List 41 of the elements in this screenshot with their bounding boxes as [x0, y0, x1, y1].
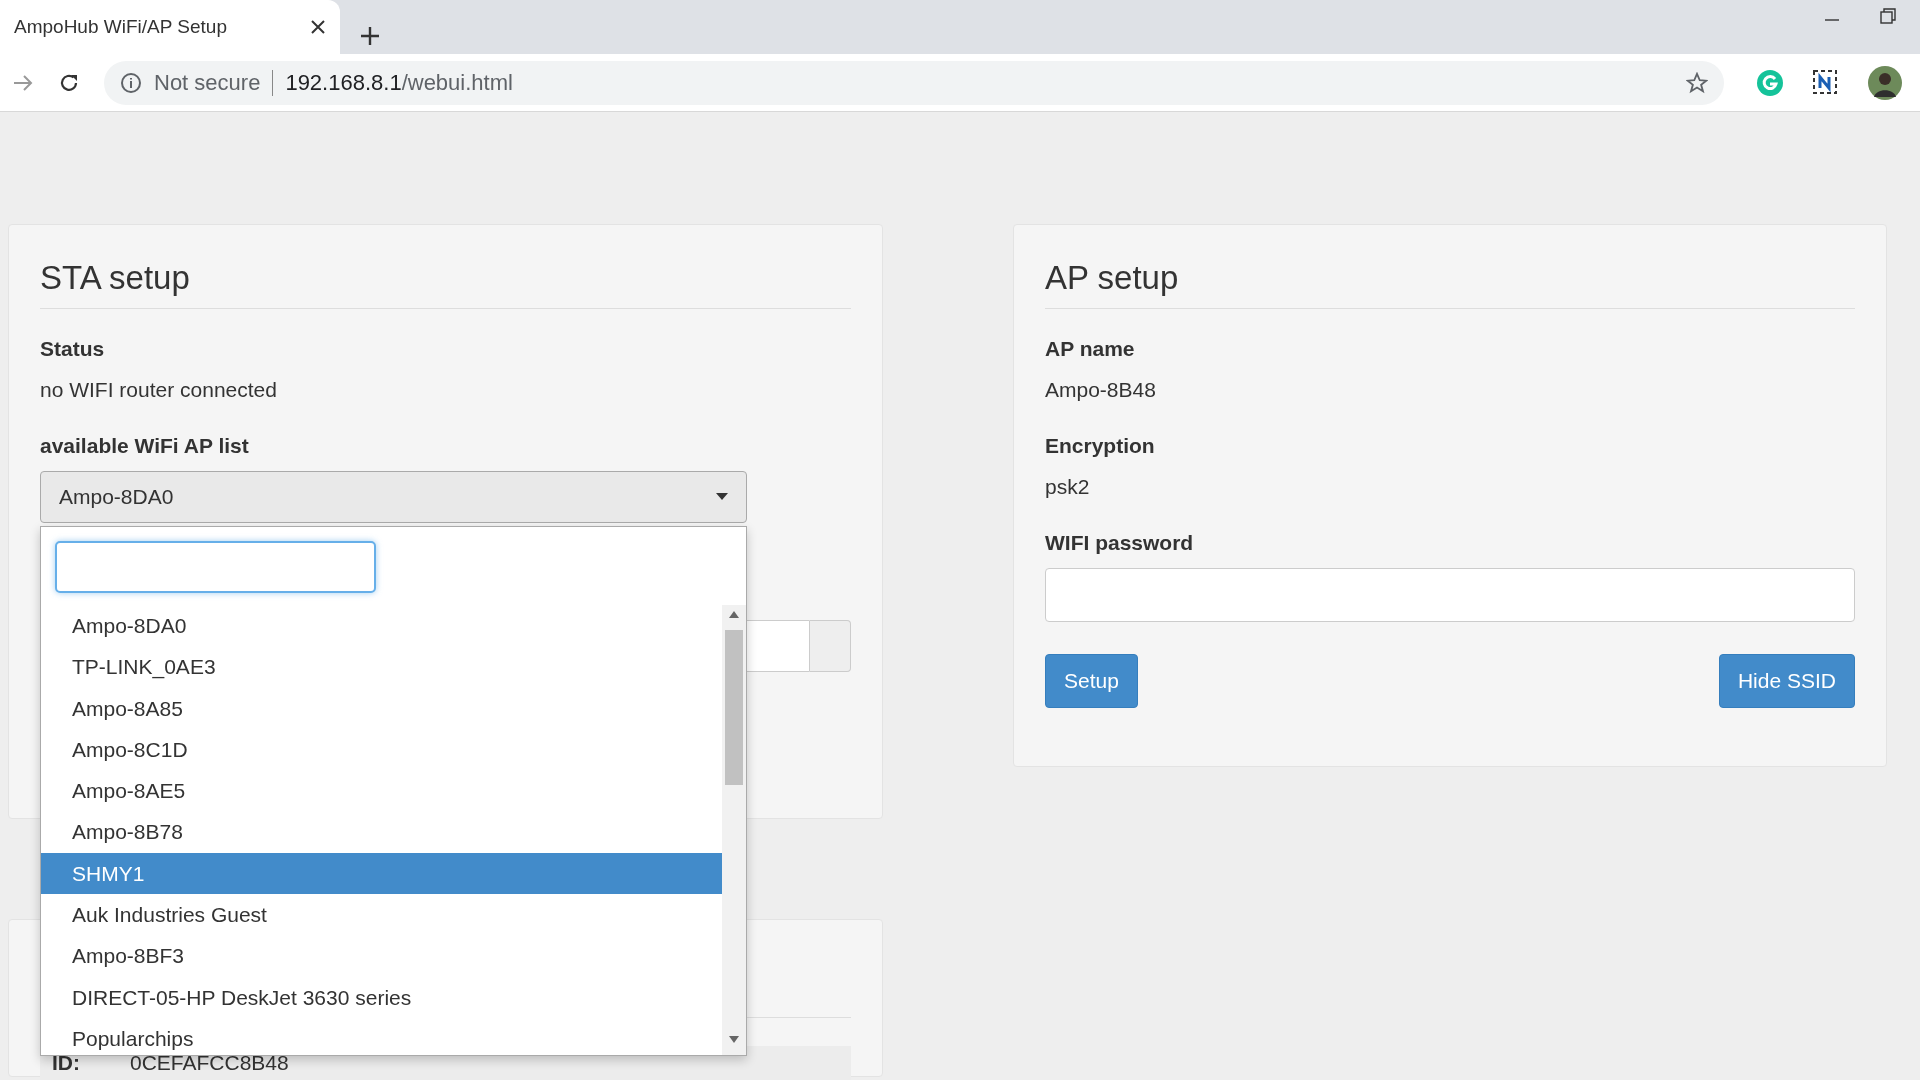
section-title: AP setup — [1045, 258, 1180, 298]
setup-button[interactable]: Setup — [1045, 654, 1138, 708]
ap-name-text: Ampo-8B48 — [1045, 377, 1157, 404]
field-label: Status — [40, 335, 106, 362]
new-tab-icon[interactable] — [360, 26, 380, 46]
password-field[interactable] — [1045, 568, 1855, 623]
status-text: no WIFI router connected — [40, 377, 278, 404]
dropdown-option[interactable]: Ampo-8C1D — [41, 729, 722, 771]
dropdown-select[interactable]: Ampo-8DA0 — [40, 471, 747, 524]
url-text: 192.168.8.1/webui.html — [285, 69, 513, 97]
address-bar[interactable]: Not secure 192.168.8.1/webui.html — [104, 60, 1724, 105]
close-icon[interactable] — [310, 19, 326, 35]
field-label: available WiFi AP list — [40, 432, 250, 459]
dropdown-option[interactable]: DIRECT-05-HP DeskJet 3630 series — [41, 976, 722, 1019]
extension-icon[interactable] — [1812, 68, 1840, 97]
browser-tab[interactable]: AmpoHub WiFi/AP Setup — [0, 0, 340, 54]
field-label: WIFI password — [1045, 529, 1195, 556]
field-label: Encryption — [1045, 432, 1156, 459]
info-icon[interactable] — [120, 71, 142, 94]
dropdown-option[interactable]: Ampo-8AE5 — [41, 770, 722, 812]
tab-title: AmpoHub WiFi/AP Setup — [14, 14, 227, 39]
dropdown-option[interactable]: SHMY1 — [41, 852, 722, 895]
security-label: Not secure — [154, 69, 261, 97]
dropdown-option[interactable]: Ampo-8A85 — [41, 687, 722, 729]
field-label: AP name — [1045, 335, 1136, 362]
dropdown-option[interactable]: Ampo-8BF3 — [41, 935, 722, 977]
restore-icon[interactable] — [1880, 8, 1896, 24]
section-title: STA setup — [40, 258, 191, 298]
star-icon[interactable] — [1686, 71, 1708, 94]
hide-ssid-button[interactable]: Hide SSID — [1718, 654, 1855, 708]
scrollbar[interactable] — [722, 605, 746, 1056]
dropdown-option[interactable]: Auk Industries Guest — [41, 894, 722, 936]
input-addon[interactable] — [810, 620, 851, 673]
dropdown-option[interactable]: Ampo-8B78 — [41, 811, 722, 853]
dropdown-option[interactable]: Ampo-8DA0 — [41, 605, 722, 647]
caret-icon — [716, 493, 728, 502]
avatar-icon[interactable] — [1868, 65, 1902, 100]
scroll-down-icon[interactable] — [729, 1036, 739, 1044]
encryption-text: psk2 — [1045, 474, 1091, 501]
search-field[interactable] — [55, 541, 376, 594]
dropdown-option[interactable]: TP-LINK_0AE3 — [41, 646, 722, 688]
